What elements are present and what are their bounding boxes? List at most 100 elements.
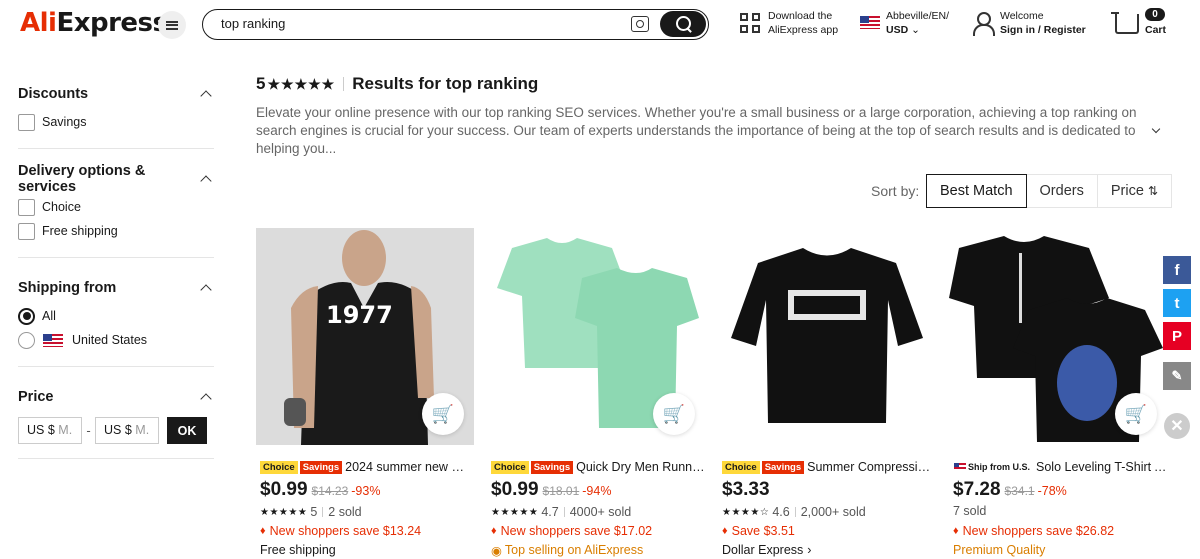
product-card[interactable]: 🛒 Ship from U.S. Solo Leveling T-Shirt A… (949, 228, 1167, 558)
chevron-down-icon: ⌄ (911, 24, 920, 36)
star-rating-icon: ★★★★★ (267, 75, 336, 92)
shipping-from-header[interactable]: Shipping from (18, 272, 214, 304)
add-to-cart-icon[interactable]: 🛒 (653, 393, 695, 435)
product-image[interactable]: 🛒 (487, 228, 705, 445)
promo-text: New shoppers save $17.02 (487, 523, 705, 539)
filter-free-shipping[interactable]: Free shipping (18, 219, 214, 243)
savings-badge: Savings (299, 460, 343, 474)
medal-icon: ◉ (491, 543, 502, 558)
star-rating-icon: ★★★★☆ (722, 506, 770, 518)
product-title: 2024 summer new men's tank top (345, 460, 474, 474)
product-title-row[interactable]: Choice Savings 2024 summer new men's tan… (256, 459, 474, 475)
filter-savings[interactable]: Savings (18, 110, 214, 134)
sold-count: 4000+ sold (569, 505, 632, 519)
logo-prefix: Ali (20, 8, 57, 38)
user-icon[interactable] (972, 12, 995, 36)
choice-badge: Choice (260, 460, 298, 474)
dollar-express-row[interactable]: Dollar Express › (718, 542, 936, 558)
close-icon[interactable]: ✕ (1164, 413, 1190, 439)
sort-price-label: Price (1110, 183, 1144, 199)
product-card[interactable]: 🛒 Choice Savings Quick Dry Men Running T… (487, 228, 705, 558)
savings-badge: Savings (761, 460, 805, 474)
product-card[interactable]: Choice Savings Summer Compression Shirt … (718, 228, 936, 558)
price-ok-button[interactable]: OK (167, 417, 207, 444)
currency-prefix: US $ (104, 423, 132, 437)
black-compression-shirt-illustration (718, 228, 936, 445)
filter-sidebar: Discounts Savings Delivery options & ser… (18, 78, 214, 473)
savings-badge: Savings (530, 460, 574, 474)
checkbox[interactable] (18, 222, 35, 240)
section-title: Discounts (18, 86, 89, 102)
filter-choice[interactable]: Choice (18, 195, 214, 219)
camera-search-icon[interactable] (631, 16, 649, 32)
product-title-row[interactable]: Choice Savings Quick Dry Men Running T-S… (487, 459, 705, 475)
promo-text: New shoppers save $26.82 (949, 523, 1167, 539)
product-card[interactable]: 1977 🛒 Choice Savings 2024 summer new me… (256, 228, 474, 558)
rating-value: 5 (310, 505, 318, 519)
option-label: All (42, 309, 56, 323)
sort-best-match[interactable]: Best Match (926, 174, 1027, 208)
price-row: $3.33 (718, 479, 936, 501)
star-rating-icon: ★★★★★ (491, 506, 539, 518)
product-image[interactable]: 1977 🛒 (256, 228, 474, 445)
app-line2: AliExpress app (768, 24, 839, 36)
sale-price: $3.33 (722, 479, 770, 500)
sale-price: $0.99 (260, 479, 308, 500)
aliexpress-logo[interactable]: AliExpress (20, 8, 168, 38)
section-title: Price (18, 389, 54, 405)
qr-code-icon[interactable] (740, 13, 760, 33)
ship-from-all[interactable]: All (18, 304, 214, 328)
add-to-cart-icon[interactable]: 🛒 (1115, 393, 1157, 435)
add-to-cart-icon[interactable]: 🛒 (422, 393, 464, 435)
sold-count: 2,000+ sold (800, 505, 866, 519)
delivery-header[interactable]: Delivery options & services (18, 163, 214, 195)
product-image[interactable] (718, 228, 936, 445)
download-app-link[interactable]: Download the AliExpress app (768, 9, 838, 37)
rating-row: ★★★★★ 4.7 4000+ sold (487, 504, 705, 520)
locale-selector[interactable]: Abbeville/EN/ USD ⌄ (886, 9, 949, 37)
edit-icon[interactable]: ✎ (1163, 362, 1191, 390)
facebook-share-icon[interactable]: f (1163, 256, 1191, 284)
option-label: United States (72, 333, 148, 347)
account-link[interactable]: Welcome Sign in / Register (1000, 9, 1086, 37)
checkbox[interactable] (18, 113, 35, 131)
cart-label[interactable]: Cart (1145, 24, 1166, 36)
search-button[interactable] (660, 11, 706, 37)
price-max-input[interactable]: US $ M. (95, 417, 159, 444)
price-min-input[interactable]: US $ M. (18, 417, 82, 444)
radio-selected[interactable] (18, 307, 35, 325)
search-input[interactable] (221, 16, 601, 31)
cart-icon[interactable] (1111, 12, 1139, 34)
chevron-up-icon[interactable] (200, 90, 212, 102)
promo-text: New shoppers save $13.24 (256, 523, 474, 539)
twitter-share-icon[interactable]: t (1163, 289, 1191, 317)
us-flag-icon (860, 16, 880, 29)
star-rating-icon: ★★★★★ (260, 506, 308, 518)
discounts-header[interactable]: Discounts (18, 78, 214, 110)
product-title-row[interactable]: Ship from U.S. Solo Leveling T-Shirt Ani… (949, 459, 1167, 475)
checkbox[interactable] (18, 198, 35, 216)
placeholder: M. (135, 423, 150, 437)
product-title: Solo Leveling T-Shirt Anime (1036, 460, 1167, 474)
option-label: Free shipping (42, 224, 118, 238)
app-line1: Download the (768, 10, 833, 22)
divider (563, 507, 565, 517)
sort-orders[interactable]: Orders (1027, 175, 1098, 207)
delivery-section: Delivery options & services Choice Free … (18, 163, 214, 258)
sort-price[interactable]: Price ⇅ (1098, 175, 1171, 207)
chevron-up-icon[interactable] (200, 284, 212, 296)
premium-quality-text: Premium Quality (953, 543, 1046, 557)
product-title-row[interactable]: Choice Savings Summer Compression Shirt (718, 459, 936, 475)
chevron-up-icon[interactable] (200, 393, 212, 405)
radio[interactable] (18, 331, 35, 349)
product-image[interactable]: 🛒 (949, 228, 1167, 445)
price-row: $7.28 $34.1 -78% (949, 479, 1167, 501)
ship-from-us[interactable]: United States (18, 328, 214, 352)
promo-text: Save $3.51 (718, 523, 936, 539)
pinterest-share-icon[interactable]: P (1163, 322, 1191, 350)
sale-price: $0.99 (491, 479, 539, 500)
menu-icon[interactable] (158, 11, 186, 39)
us-flag-icon (43, 333, 63, 347)
divider (343, 77, 345, 91)
price-header[interactable]: Price (18, 381, 214, 413)
